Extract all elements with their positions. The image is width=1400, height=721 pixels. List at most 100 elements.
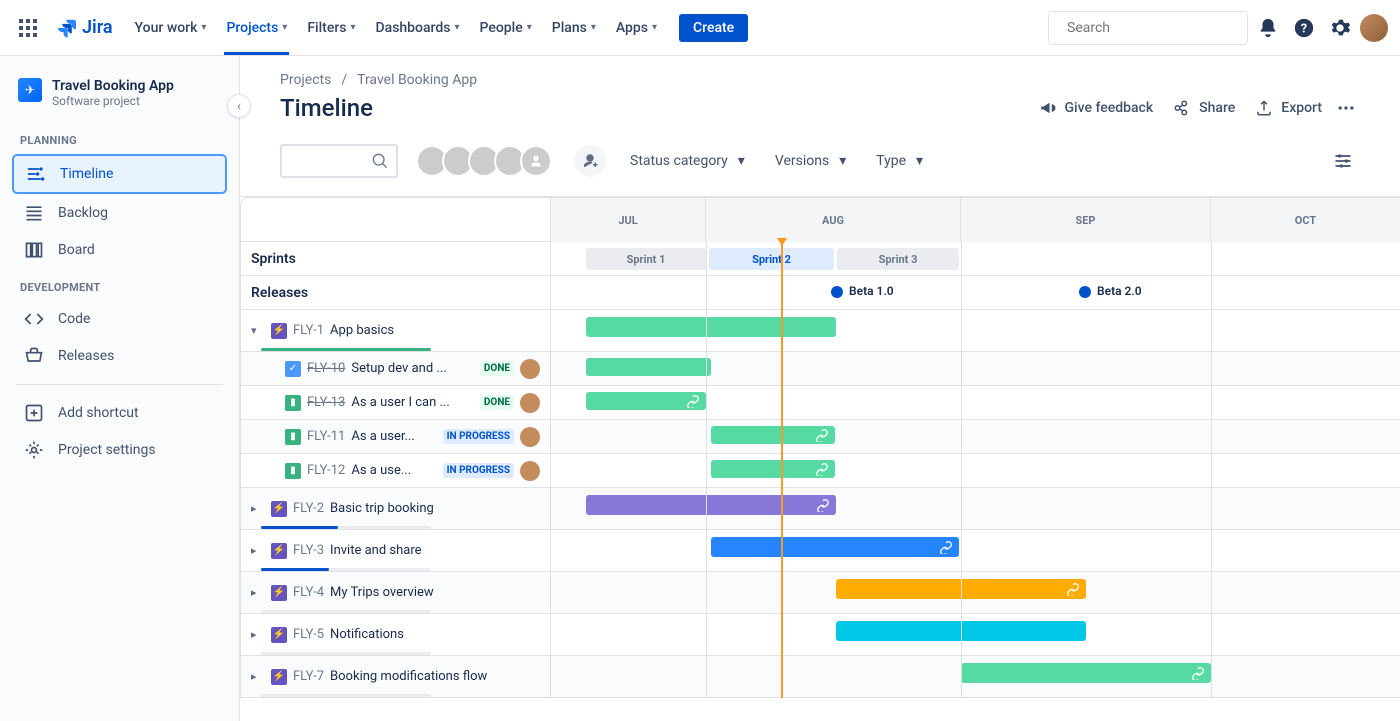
sliders-icon xyxy=(1333,151,1353,171)
create-button[interactable]: Create xyxy=(679,14,748,42)
help-button[interactable]: ? xyxy=(1288,12,1320,44)
sidebar-item-board[interactable]: Board xyxy=(12,232,227,268)
sidebar-item-timeline[interactable]: Timeline xyxy=(12,154,227,194)
link-icon xyxy=(816,498,830,512)
nav-item-projects[interactable]: Projects▾ xyxy=(216,14,297,42)
settings-button[interactable] xyxy=(1324,12,1356,44)
issue-row[interactable]: ▮ FLY-13 As a user I can ... DONE xyxy=(241,386,551,419)
app-switcher-button[interactable] xyxy=(12,12,44,44)
timeline-bar[interactable] xyxy=(711,537,959,557)
nav-item-apps[interactable]: Apps▾ xyxy=(606,14,667,42)
epic-row[interactable]: ▸ ⚡ FLY-2 Basic trip booking xyxy=(241,488,551,529)
sidebar-item-add-shortcut[interactable]: Add shortcut xyxy=(12,395,227,431)
timeline-bar[interactable] xyxy=(586,392,706,410)
sidebar-collapse-button[interactable]: ‹ xyxy=(227,94,251,118)
backlog-icon xyxy=(24,203,44,223)
epic-row[interactable]: ▸ ⚡ FLY-4 My Trips overview xyxy=(241,572,551,613)
expand-toggle[interactable]: ▸ xyxy=(251,502,265,515)
assignee-avatar[interactable] xyxy=(520,461,540,481)
timeline-bar[interactable] xyxy=(711,460,835,478)
issue-key[interactable]: FLY-2 xyxy=(293,501,324,516)
epic-row[interactable]: ▸ ⚡ FLY-7 Booking modifications flow xyxy=(241,656,551,697)
profile-avatar[interactable] xyxy=(1360,14,1388,42)
nav-item-your-work[interactable]: Your work▾ xyxy=(125,14,217,42)
share-icon xyxy=(1173,99,1191,117)
view-settings-button[interactable] xyxy=(1326,144,1360,178)
sidebar-item-releases[interactable]: Releases xyxy=(12,338,227,374)
expand-toggle[interactable]: ▾ xyxy=(251,324,265,337)
expand-toggle[interactable]: ▸ xyxy=(251,586,265,599)
add-people-button[interactable] xyxy=(574,145,606,177)
sprint-pill[interactable]: Sprint 2 xyxy=(709,248,834,270)
issue-key[interactable]: FLY-3 xyxy=(293,543,324,558)
timeline-search[interactable] xyxy=(280,144,398,178)
status-badge: DONE xyxy=(480,361,514,376)
project-sidebar: ‹ ✈ Travel Booking App Software project … xyxy=(0,56,240,721)
issue-summary: Notifications xyxy=(330,627,404,642)
sidebar-item-project-settings[interactable]: Project settings xyxy=(12,432,227,468)
expand-toggle[interactable]: ▸ xyxy=(251,544,265,557)
timeline-grid[interactable]: JULAUGSEPOCTSprintsSprint 1Sprint 2Sprin… xyxy=(240,196,1400,721)
issue-key[interactable]: FLY-7 xyxy=(293,669,324,684)
breadcrumb-current[interactable]: Travel Booking App xyxy=(357,72,477,88)
sprint-pill[interactable]: Sprint 3 xyxy=(837,248,959,270)
releases-icon xyxy=(24,346,44,366)
month-header: JUL xyxy=(551,198,706,242)
issue-key[interactable]: FLY-10 xyxy=(307,361,345,376)
add-person-icon xyxy=(581,152,599,170)
global-search[interactable] xyxy=(1048,11,1248,45)
nav-item-plans[interactable]: Plans▾ xyxy=(542,14,606,42)
search-input[interactable] xyxy=(1067,20,1245,36)
jira-logo[interactable]: Jira xyxy=(48,17,121,39)
release-marker[interactable] xyxy=(831,286,843,298)
timeline-bar[interactable] xyxy=(586,317,836,337)
type-filter[interactable]: Type ▾ xyxy=(870,149,929,173)
unassigned-avatar[interactable] xyxy=(520,145,552,177)
nav-item-dashboards[interactable]: Dashboards▾ xyxy=(366,14,470,42)
issue-row[interactable]: ▮ FLY-11 As a user... IN PROGRESS xyxy=(241,420,551,453)
epic-row[interactable]: ▸ ⚡ FLY-3 Invite and share xyxy=(241,530,551,571)
epic-row[interactable]: ▾ ⚡ FLY-1 App basics xyxy=(241,310,551,351)
timeline-bar[interactable] xyxy=(711,426,835,444)
epic-row[interactable]: ▸ ⚡ FLY-5 Notifications xyxy=(241,614,551,655)
timeline-bar[interactable] xyxy=(586,495,836,515)
timeline-bar[interactable] xyxy=(586,358,711,376)
issue-row[interactable]: ✓ FLY-10 Setup dev and ... DONE xyxy=(241,352,551,385)
link-icon xyxy=(939,540,953,554)
issue-key[interactable]: FLY-5 xyxy=(293,627,324,642)
status-category-filter[interactable]: Status category ▾ xyxy=(624,149,751,173)
breadcrumb-parent[interactable]: Projects xyxy=(280,72,331,88)
month-header: SEP xyxy=(961,198,1211,242)
assignee-avatar[interactable] xyxy=(520,393,540,413)
chevron-down-icon: ▾ xyxy=(916,153,923,169)
assignee-filter xyxy=(416,145,552,177)
release-marker[interactable] xyxy=(1079,286,1091,298)
versions-filter[interactable]: Versions ▾ xyxy=(769,149,852,173)
expand-toggle[interactable]: ▸ xyxy=(251,670,265,683)
project-header[interactable]: ✈ Travel Booking App Software project xyxy=(8,74,231,122)
sidebar-item-code[interactable]: Code xyxy=(12,301,227,337)
issue-key[interactable]: FLY-4 xyxy=(293,585,324,600)
timeline-bar[interactable] xyxy=(961,663,1211,683)
epic-icon: ⚡ xyxy=(271,669,287,685)
notifications-button[interactable] xyxy=(1252,12,1284,44)
issue-key[interactable]: FLY-13 xyxy=(307,395,345,410)
person-icon xyxy=(528,153,544,169)
issue-row[interactable]: ▮ FLY-12 As a use... IN PROGRESS xyxy=(241,454,551,487)
gear-icon xyxy=(1329,17,1351,39)
nav-item-people[interactable]: People▾ xyxy=(470,14,542,42)
nav-item-filters[interactable]: Filters▾ xyxy=(297,14,365,42)
share-button[interactable]: Share xyxy=(1163,93,1245,123)
assignee-avatar[interactable] xyxy=(520,359,540,379)
sprint-pill[interactable]: Sprint 1 xyxy=(586,248,706,270)
give-feedback-button[interactable]: Give feedback xyxy=(1029,93,1164,123)
issue-summary: My Trips overview xyxy=(330,585,434,600)
issue-key[interactable]: FLY-1 xyxy=(293,323,324,338)
more-button[interactable] xyxy=(1332,92,1360,124)
export-button[interactable]: Export xyxy=(1245,93,1332,123)
sidebar-item-backlog[interactable]: Backlog xyxy=(12,195,227,231)
issue-key[interactable]: FLY-11 xyxy=(307,429,345,444)
assignee-avatar[interactable] xyxy=(520,427,540,447)
issue-key[interactable]: FLY-12 xyxy=(307,463,345,478)
expand-toggle[interactable]: ▸ xyxy=(251,628,265,641)
